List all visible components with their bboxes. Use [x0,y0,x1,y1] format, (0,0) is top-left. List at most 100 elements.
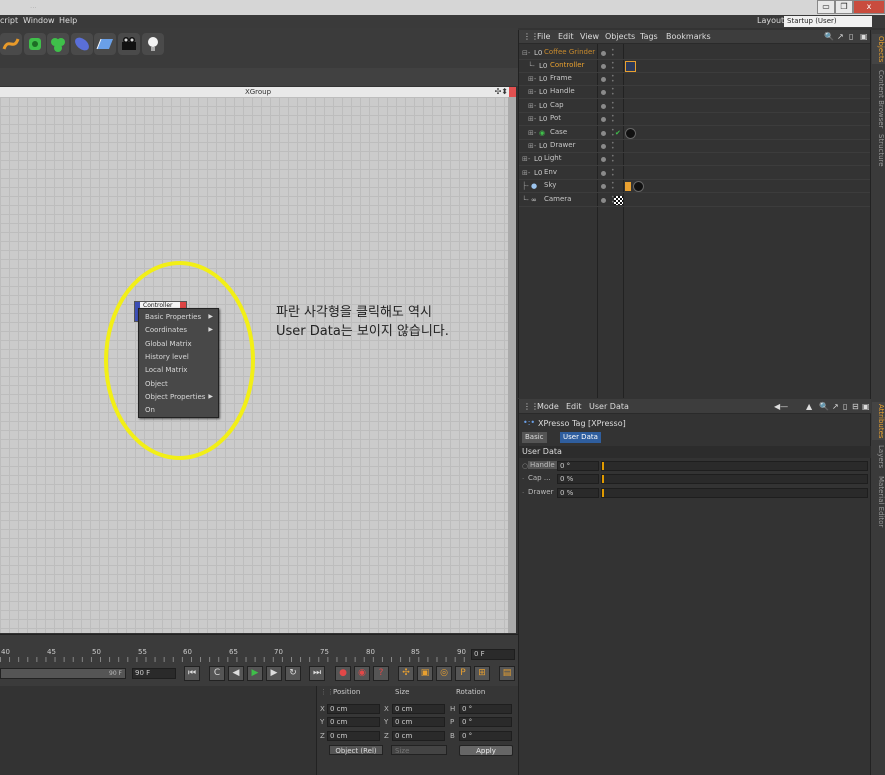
attr-menu-edit[interactable]: Edit [566,402,582,411]
visibility-dot[interactable] [601,117,606,122]
side-tab-structure[interactable]: Structure [872,132,885,168]
tree-expand-icon[interactable]: ⊞- [528,88,536,96]
object-name[interactable]: Drawer [550,141,575,149]
object-name[interactable]: Sky [544,181,556,189]
object-row-coffee-grinder[interactable]: ⊟- L0 Coffee Grinder • • [519,47,871,60]
check-icon[interactable]: ✔ [615,129,621,137]
render-dots[interactable]: • • [611,74,615,85]
target-tag-icon[interactable] [614,196,623,205]
close-button[interactable]: x [853,0,885,14]
render-dots[interactable]: • • [611,48,615,59]
tab-basic[interactable]: Basic [522,432,547,443]
material-tag-icon[interactable] [625,128,636,139]
play-icon[interactable]: ▶ [247,666,263,681]
editor-scrollbar[interactable] [508,97,516,633]
param-key-icon[interactable]: P [455,666,471,681]
render-dots[interactable]: • • [611,61,615,72]
maximize-button[interactable]: ❐ [835,0,853,14]
visibility-dot[interactable] [601,198,606,203]
object-row-light[interactable]: ⊞- L0 Light • • [519,153,871,166]
timeline[interactable]: 40 45 50 55 60 65 70 75 80 85 90 0 F [0,634,518,662]
objects-menu-edit[interactable]: Edit [558,32,574,41]
side-tab-content-browser[interactable]: Content Browser [872,68,885,130]
menu-window[interactable]: Window [23,16,55,25]
object-name[interactable]: Pot [550,114,561,122]
rotation-b-field[interactable]: 0 ° [459,731,512,741]
object-row-cap[interactable]: ⊞- L0 Cap • • [519,100,871,113]
lock-icon[interactable]: ▯ [843,402,847,411]
tree-expand-icon[interactable]: ⊟- [522,49,530,57]
coordinate-mode-select[interactable]: Object (Rel) [329,745,383,755]
side-tab-layers[interactable]: Layers [872,444,885,470]
object-row-drawer[interactable]: ⊞- L0 Drawer • • [519,140,871,153]
attr-menu-user-data[interactable]: User Data [589,402,629,411]
handle-value-field[interactable]: 0 ° [557,461,599,471]
prev-key-icon[interactable]: C [209,666,225,681]
cap-slider[interactable] [601,474,868,484]
rotate-key-icon[interactable]: ◎ [436,666,452,681]
tree-expand-icon[interactable]: ⊞- [522,169,530,177]
expand-icon[interactable]: ▣ [860,32,868,41]
visibility-dot[interactable] [601,64,606,69]
size-z-field[interactable]: 0 cm [392,731,445,741]
objects-menu-bookmarks[interactable]: Bookmarks [666,32,711,41]
visibility-dot[interactable] [601,144,606,149]
animate-dot-icon[interactable]: · [522,475,524,483]
tree-expand-icon[interactable]: ⊞- [528,142,536,150]
side-tab-objects[interactable]: Objects [872,34,885,64]
object-name[interactable]: Handle [550,87,575,95]
camera-icon[interactable] [118,33,140,55]
object-name[interactable]: Controller [550,61,584,69]
auto-key-icon[interactable]: ◉ [354,666,370,681]
back-arrow-icon[interactable]: ◀— [774,402,788,411]
visibility-dot[interactable] [601,104,606,109]
object-row-pot[interactable]: ⊞- L0 Pot • • [519,113,871,126]
object-name[interactable]: Case [550,128,567,136]
search-icon[interactable]: 🔍 [824,32,834,41]
end-frame-field[interactable]: 90 F [132,668,176,679]
xpresso-tag-icon[interactable] [625,61,636,72]
visibility-dot[interactable] [601,184,606,189]
light-icon[interactable] [142,33,164,55]
visibility-dot[interactable] [601,90,606,95]
object-row-env[interactable]: ⊞- L0 Env • • [519,167,871,180]
side-tab-material-editor[interactable]: Material Editor [872,474,885,530]
object-name[interactable]: Env [544,168,557,176]
size-x-field[interactable]: 0 cm [392,704,445,714]
xpresso-grid[interactable] [0,97,516,633]
objects-menu-tags[interactable]: Tags [640,32,658,41]
position-x-field[interactable]: 0 cm [327,704,380,714]
generator-icon[interactable] [24,33,46,55]
tree-expand-icon[interactable]: ⊞- [528,129,536,137]
move-key-icon[interactable]: ✣ [398,666,414,681]
modeling-icon[interactable] [47,33,69,55]
render-dots[interactable]: • • [611,141,615,152]
pin-icon[interactable]: ↗ [832,402,839,411]
next-frame-icon[interactable]: ▶ [266,666,282,681]
render-dots[interactable]: • • [611,87,615,98]
slider-knob[interactable] [602,462,604,470]
material-tag-icon[interactable] [633,181,644,192]
visibility-dot[interactable] [601,171,606,176]
move-icon[interactable]: ✣⬍ [495,87,508,97]
render-dots[interactable]: • • [611,181,615,192]
next-key-icon[interactable]: ↻ [285,666,301,681]
goto-end-icon[interactable]: ⏭ [309,666,325,681]
tree-expand-icon[interactable]: ⊞- [528,75,536,83]
cap-value-field[interactable]: 0 % [557,474,599,484]
handle-slider[interactable] [601,461,868,471]
objects-menu-objects[interactable]: Objects [605,32,635,41]
rotation-p-field[interactable]: 0 ° [459,717,512,727]
object-row-sky[interactable]: ├- ● Sky • • [519,180,871,193]
visibility-dot[interactable] [601,157,606,162]
render-dots[interactable]: • • [611,154,615,165]
animate-dot-icon[interactable]: · [522,489,524,497]
pin-icon[interactable]: ↗ [837,32,844,41]
menu-script[interactable]: cript [0,16,18,25]
position-z-field[interactable]: 0 cm [327,731,380,741]
menu-help[interactable]: Help [59,16,77,25]
slider-knob[interactable] [602,489,604,497]
spline-tool-icon[interactable] [0,33,22,55]
record-icon[interactable]: ● [335,666,351,681]
object-name[interactable]: Camera [544,195,571,203]
